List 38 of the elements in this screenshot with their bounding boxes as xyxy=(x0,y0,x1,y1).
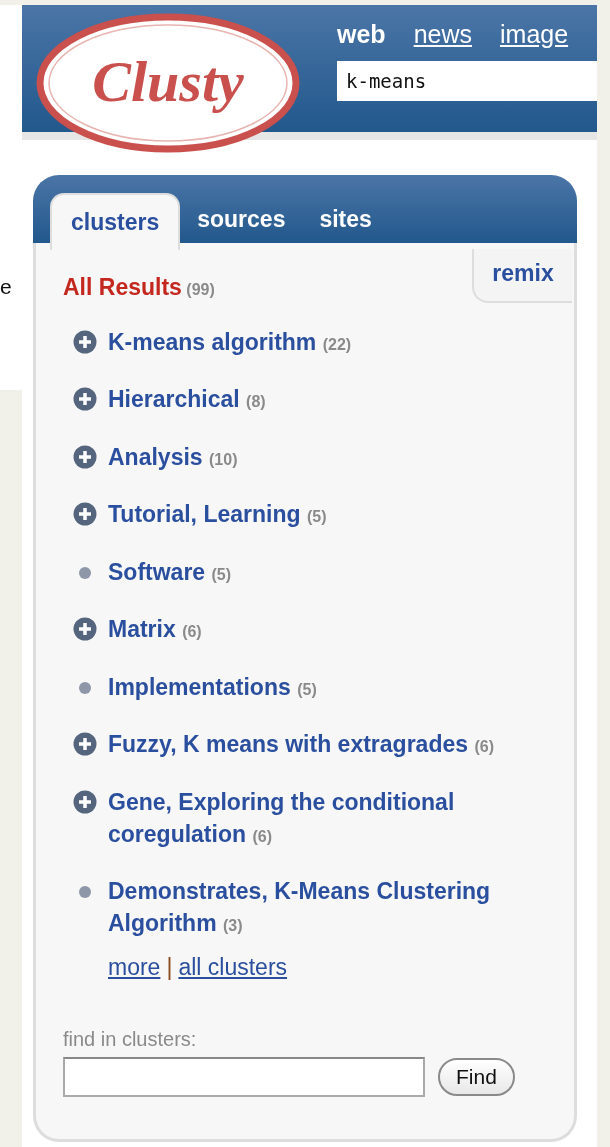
bullet-icon xyxy=(79,566,91,579)
expand-icon[interactable] xyxy=(73,732,97,756)
search-tab[interactable]: news xyxy=(413,19,472,49)
link[interactable]: more xyxy=(108,953,161,980)
expand-icon[interactable] xyxy=(73,329,97,354)
cluster-link[interactable]: Gene, Exploring the conditional coregulation (6) xyxy=(108,785,548,853)
panel-tab[interactable]: sources xyxy=(180,193,303,243)
link[interactable]: all clusters xyxy=(178,953,288,980)
cluster-link[interactable]: Tutorial, Learning (5) xyxy=(108,498,548,533)
expand-icon[interactable] xyxy=(73,444,97,469)
expand-icon[interactable] xyxy=(73,502,97,526)
logo[interactable]: Clusty xyxy=(36,13,301,153)
cluster-link[interactable]: Matrix (6) xyxy=(108,613,548,648)
find-field[interactable] xyxy=(63,1056,425,1097)
all-results-link[interactable]: All Results xyxy=(63,274,182,300)
panel-tab[interactable]: sites xyxy=(302,193,389,243)
cluster-link[interactable]: Fuzzy, K means with extragrades (6) xyxy=(108,728,548,763)
cluster-link[interactable]: Software (5) xyxy=(108,555,548,591)
separator: | xyxy=(166,953,173,980)
expand-icon[interactable] xyxy=(73,617,97,641)
remix-tab[interactable]: remix xyxy=(472,249,572,303)
cluster-link[interactable]: Analysis (10) xyxy=(108,440,548,476)
bullet-icon xyxy=(79,886,91,898)
expand-icon[interactable] xyxy=(73,789,97,814)
panel-tab[interactable]: clusters xyxy=(50,193,181,250)
result-count: (99) xyxy=(186,281,215,298)
search-tab[interactable]: web xyxy=(337,19,386,49)
search-field[interactable]: k-means xyxy=(337,61,597,101)
cluster-link[interactable]: Hierarchical (8) xyxy=(108,383,548,418)
cluster-link[interactable]: Implementations (5) xyxy=(108,670,548,706)
search-tab[interactable]: image xyxy=(500,19,569,49)
cluster-link[interactable]: Demonstrates, K-Means Clustering Algorithm (3) xyxy=(108,875,548,942)
text-fragment: e xyxy=(0,275,12,299)
expand-icon[interactable] xyxy=(73,387,97,411)
cluster-link[interactable]: K-means algorithm (22) xyxy=(108,325,548,361)
bullet-icon xyxy=(79,681,91,694)
find-button[interactable]: Find xyxy=(438,1057,515,1096)
find-label: find in clusters: xyxy=(63,1027,198,1051)
